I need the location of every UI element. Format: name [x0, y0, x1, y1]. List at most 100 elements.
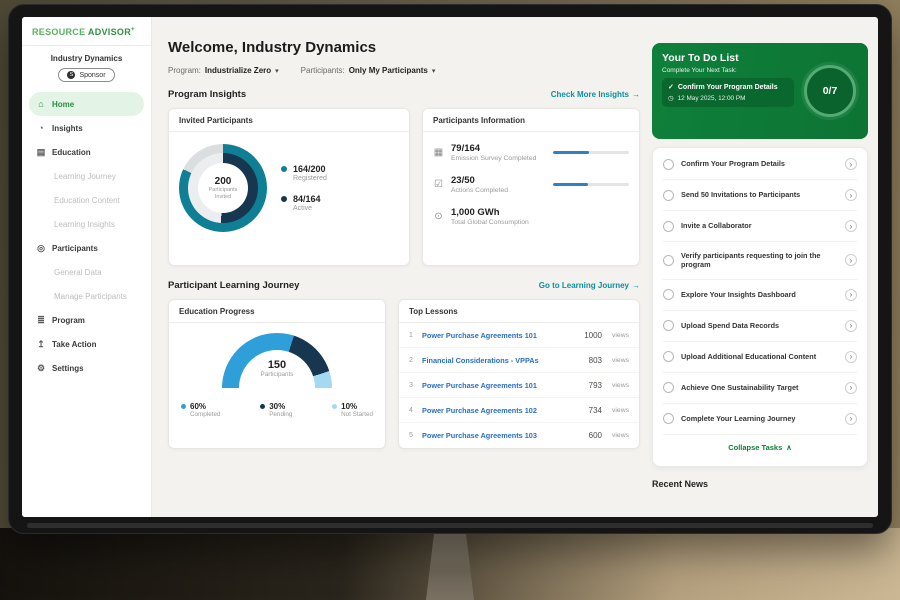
sidebar-item-learning-insights[interactable]: Learning Insights [29, 212, 144, 236]
sponsor-icon: S [67, 71, 75, 79]
sidebar-divider [22, 45, 151, 46]
chevron-right-icon[interactable]: › [845, 382, 857, 394]
legend-pct: 60% [190, 402, 206, 411]
nav-label: Home [52, 100, 74, 109]
sidebar-item-insights[interactable]: ◔ Insights [29, 116, 144, 140]
lesson-views: 734 [589, 406, 602, 415]
lesson-title-link[interactable]: Power Purchase Agreements 101 [422, 381, 582, 390]
lesson-title-link[interactable]: Financial Considerations - VPPAs [422, 356, 582, 365]
lesson-rank: 1 [409, 332, 415, 339]
todo-title: Your To Do List [662, 52, 858, 64]
lesson-views: 1000 [584, 331, 602, 340]
lesson-row: 4 Power Purchase Agreements 102 734 view… [399, 398, 639, 423]
clock-icon: ◷ [668, 94, 674, 102]
link-label: Check More Insights [551, 90, 629, 99]
program-filter-value: Industrialize Zero [205, 66, 271, 75]
participants-information-card: Participants Information ▦ 79/164 Emissi… [422, 108, 640, 266]
task-row-confirm-program[interactable]: Confirm Your Program Details › [663, 149, 857, 180]
next-task-box[interactable]: ✓Confirm Your Program Details ◷12 May 20… [662, 78, 794, 107]
task-label: Upload Spend Data Records [681, 321, 838, 330]
legend-label: Completed [190, 411, 220, 418]
card-title: Participants Information [423, 109, 639, 132]
chevron-up-icon: ∧ [786, 443, 792, 452]
task-row-verify-participants[interactable]: Verify participants requesting to join t… [663, 242, 857, 280]
chevron-right-icon[interactable]: › [845, 158, 857, 170]
task-checkbox[interactable] [663, 351, 674, 362]
donut-center-label: Participants Invited [203, 187, 243, 200]
info-value: 79/164 [451, 143, 536, 154]
task-row-send-invitations[interactable]: Send 50 Invitations to Participants › [663, 180, 857, 211]
learning-journey-title: Participant Learning Journey [168, 280, 299, 291]
task-checkbox[interactable] [663, 289, 674, 300]
lesson-row: 2 Financial Considerations - VPPAs 803 v… [399, 348, 639, 373]
go-to-learning-journey-link[interactable]: Go to Learning Journey→ [539, 281, 640, 290]
lesson-title-link[interactable]: Power Purchase Agreements 103 [422, 431, 582, 440]
chevron-right-icon[interactable]: › [845, 413, 857, 425]
todo-progress-ring: 0/7 [804, 65, 856, 117]
info-value: 1,000 GWh [451, 207, 529, 218]
chevron-right-icon[interactable]: › [845, 289, 857, 301]
info-label: Actions Completed [451, 187, 508, 194]
chevron-right-icon[interactable]: › [845, 254, 857, 266]
chevron-right-icon[interactable]: › [845, 220, 857, 232]
task-row-upload-spend-data[interactable]: Upload Spend Data Records › [663, 311, 857, 342]
lesson-rank: 2 [409, 357, 415, 364]
task-row-complete-learning-journey[interactable]: Complete Your Learning Journey › [663, 404, 857, 435]
task-row-achieve-target[interactable]: Achieve One Sustainability Target › [663, 373, 857, 404]
next-task-label: Confirm Your Program Details [678, 84, 778, 91]
lesson-title-link[interactable]: Power Purchase Agreements 102 [422, 406, 582, 415]
monitor-bottom-strip [27, 523, 873, 528]
sidebar-item-education-content[interactable]: Education Content [29, 188, 144, 212]
check-icon: ✓ [668, 83, 674, 91]
take-action-icon: ↥ [36, 339, 46, 350]
monitor-bezel: RESOURCE ADVISOR+ Industry Dynamics S Sp… [8, 4, 892, 534]
task-checkbox[interactable] [663, 255, 674, 266]
legend-active: 84/164 Active [281, 194, 327, 212]
sidebar-item-take-action[interactable]: ↥ Take Action [29, 332, 144, 356]
chevron-right-icon[interactable]: › [845, 351, 857, 363]
logo-advisor: ADVISOR [88, 27, 131, 37]
lesson-rank: 5 [409, 432, 415, 439]
task-row-explore-insights[interactable]: Explore Your Insights Dashboard › [663, 280, 857, 311]
legend-value: 164/200 [293, 164, 327, 174]
task-checkbox[interactable] [663, 382, 674, 393]
legend-label: Not Started [341, 411, 373, 418]
lesson-title-link[interactable]: Power Purchase Agreements 101 [422, 331, 577, 340]
sidebar-item-home[interactable]: ⌂ Home [29, 92, 144, 116]
sidebar-item-learning-journey[interactable]: Learning Journey [29, 164, 144, 188]
sidebar-nav: ⌂ Home ◔ Insights ▤ Education Learning J… [22, 92, 151, 380]
task-row-invite-collaborator[interactable]: Invite a Collaborator › [663, 211, 857, 242]
sidebar-item-program[interactable]: ≣ Program [29, 308, 144, 332]
participants-filter[interactable]: Participants: Only My Participants ▾ [301, 66, 436, 75]
task-row-upload-educational-content[interactable]: Upload Additional Educational Content › [663, 342, 857, 373]
program-filter-label: Program: [168, 66, 201, 75]
sidebar-item-general-data[interactable]: General Data [29, 260, 144, 284]
info-label: Emission Survey Completed [451, 155, 536, 162]
chevron-right-icon[interactable]: › [845, 320, 857, 332]
sidebar-item-settings[interactable]: ⚙ Settings [29, 356, 144, 380]
lesson-views: 793 [589, 381, 602, 390]
collapse-tasks-button[interactable]: Collapse Tasks ∧ [663, 435, 857, 456]
top-lessons-card: Top Lessons 1 Power Purchase Agreements … [398, 299, 640, 449]
task-checkbox[interactable] [663, 190, 674, 201]
task-checkbox[interactable] [663, 320, 674, 331]
sidebar-item-education[interactable]: ▤ Education [29, 140, 144, 164]
progress-fill [553, 183, 588, 186]
program-filter[interactable]: Program: Industrialize Zero ▾ [168, 66, 279, 75]
invited-participants-card: Invited Participants 200 Participants In… [168, 108, 410, 266]
settings-icon: ⚙ [36, 363, 46, 374]
nav-label: Learning Insights [54, 220, 115, 229]
program-icon: ≣ [36, 315, 46, 326]
todo-summary-card: Your To Do List Complete Your Next Task:… [652, 43, 868, 139]
donut-center: 200 Participants Invited [198, 163, 248, 213]
task-checkbox[interactable] [663, 413, 674, 424]
org-name: Industry Dynamics [22, 54, 151, 63]
check-more-insights-link[interactable]: Check More Insights→ [551, 90, 640, 99]
sidebar-item-manage-participants[interactable]: Manage Participants [29, 284, 144, 308]
sidebar-item-participants[interactable]: ◎ Participants [29, 236, 144, 260]
lesson-row: 5 Power Purchase Agreements 103 600 view… [399, 423, 639, 448]
chevron-right-icon[interactable]: › [845, 189, 857, 201]
task-checkbox[interactable] [663, 159, 674, 170]
main-content: Welcome, Industry Dynamics Program: Indu… [168, 17, 640, 449]
task-checkbox[interactable] [663, 221, 674, 232]
